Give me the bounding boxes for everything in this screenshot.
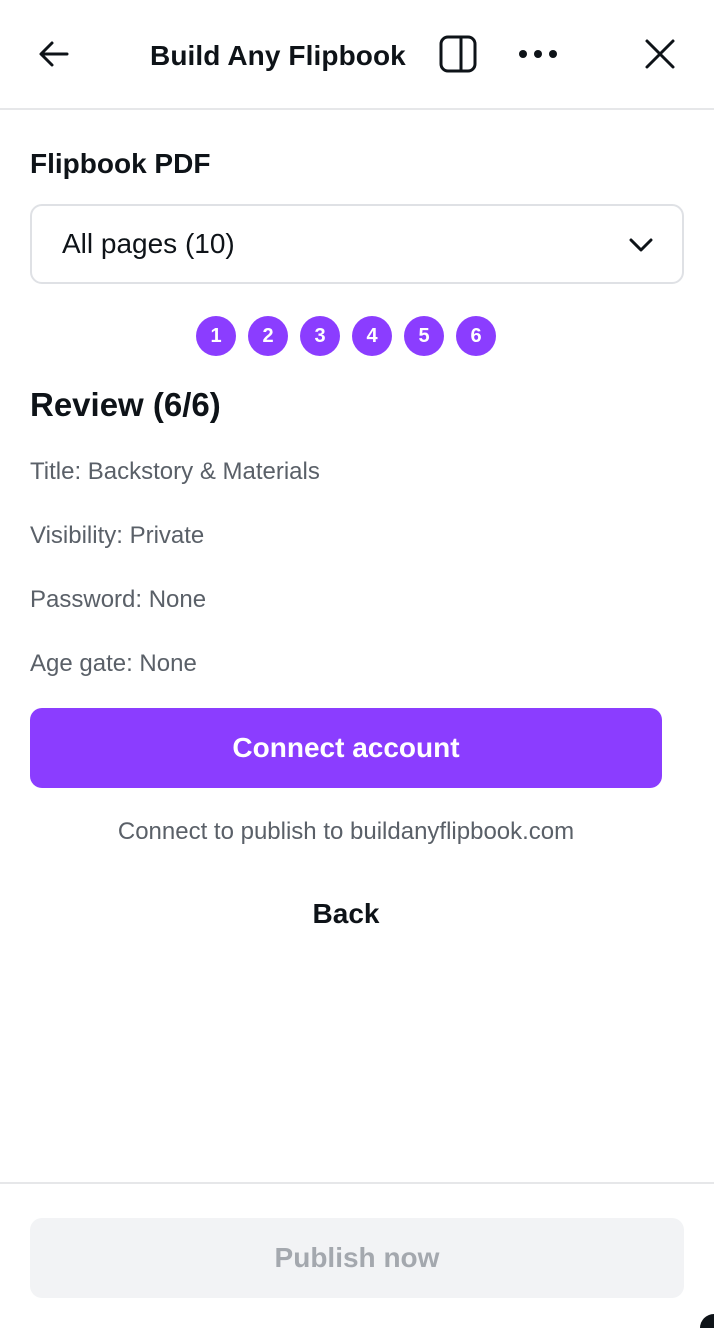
split-panel-icon: [439, 35, 477, 73]
chevron-down-icon: [629, 238, 653, 252]
step-1[interactable]: 1: [196, 316, 236, 356]
step-6[interactable]: 6: [456, 316, 496, 356]
arrow-left-icon: [39, 41, 69, 67]
split-panel-button[interactable]: [434, 30, 482, 78]
review-heading: Review (6/6): [30, 386, 221, 423]
back-arrow-button[interactable]: [30, 30, 78, 78]
step-4[interactable]: 4: [352, 316, 392, 356]
more-options-button[interactable]: [514, 30, 562, 78]
back-button[interactable]: Back: [30, 898, 662, 930]
review-title: Title: Backstory & Materials: [30, 458, 320, 485]
close-button[interactable]: [636, 30, 684, 78]
close-icon: [645, 39, 675, 69]
panel-title: Build Any Flipbook: [150, 40, 406, 71]
app-panel: Build Any Flipbook Flipbook PDF All page…: [0, 0, 714, 1328]
step-5[interactable]: 5: [404, 316, 444, 356]
step-3[interactable]: 3: [300, 316, 340, 356]
more-horizontal-icon: [519, 50, 557, 58]
step-indicator: 1 2 3 4 5 6: [196, 316, 496, 356]
publish-now-button[interactable]: Publish now: [30, 1218, 684, 1298]
header: Build Any Flipbook: [0, 0, 714, 110]
review-visibility: Visibility: Private: [30, 522, 205, 549]
pages-select[interactable]: All pages (10): [30, 204, 684, 284]
connect-hint-text: Connect to publish to buildanyflipbook.c…: [117, 818, 575, 845]
review-age-gate: Age gate: None: [30, 650, 197, 677]
footer: Publish now: [0, 1182, 714, 1328]
review-password: Password: None: [30, 586, 207, 613]
connect-account-button[interactable]: Connect account: [30, 708, 662, 788]
step-2[interactable]: 2: [248, 316, 288, 356]
pages-select-value: All pages (10): [62, 228, 235, 259]
flipbook-pdf-label: Flipbook PDF: [30, 148, 211, 179]
